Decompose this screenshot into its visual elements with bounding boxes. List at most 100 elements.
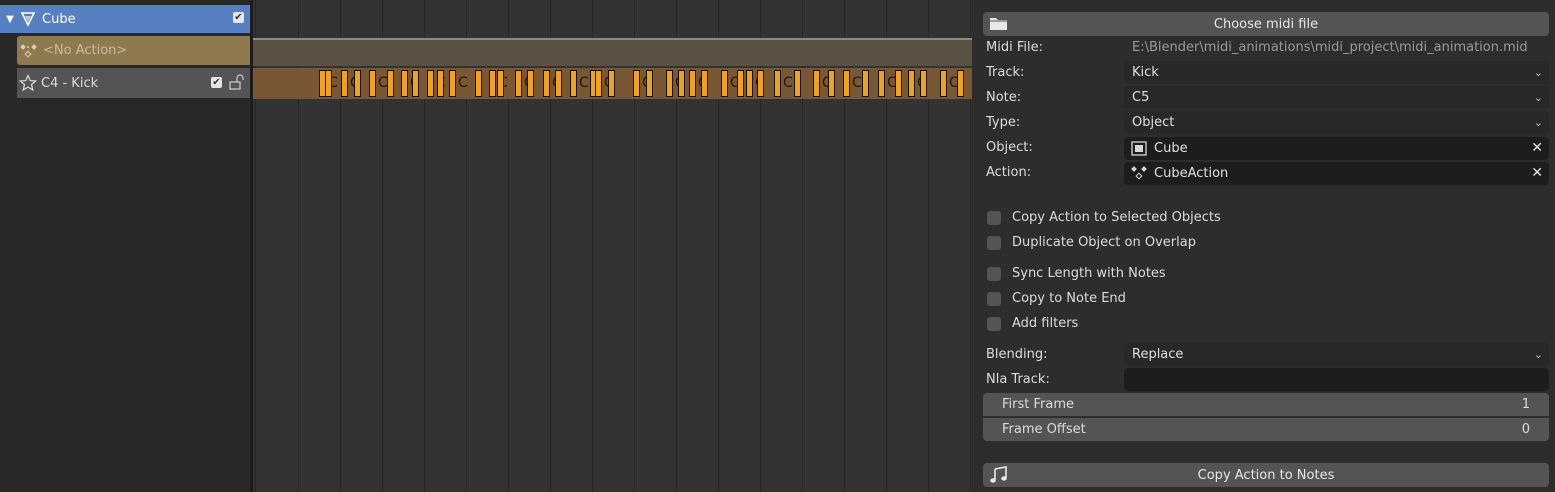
button-label: Choose midi file: [1213, 16, 1319, 32]
nla-strip[interactable]: [437, 70, 444, 97]
nla-strip[interactable]: [940, 70, 947, 97]
nla-strip[interactable]: [341, 70, 348, 97]
nla-strip[interactable]: [555, 70, 562, 97]
copy-to-selected-checkbox[interactable]: [987, 211, 1001, 225]
action-icon: [1130, 165, 1148, 190]
frame-offset-label: Frame Offset: [1002, 422, 1086, 437]
nla-strip[interactable]: [678, 70, 685, 97]
type-label: Type:: [986, 115, 1021, 130]
nla-strip[interactable]: [646, 70, 653, 97]
no-action-track[interactable]: [253, 38, 972, 66]
nla-strip[interactable]: [721, 70, 728, 97]
midi-file-path-field: E:\Blender\midi_animations\midi_project\…: [1124, 36, 1549, 59]
chevron-down-icon: ⌄: [1533, 348, 1543, 361]
copy-to-note-end-label[interactable]: Copy to Note End: [1012, 289, 1126, 309]
note-dropdown[interactable]: C5 ⌄: [1124, 86, 1549, 109]
track-value: Kick: [1132, 65, 1159, 80]
nla-strip[interactable]: [543, 70, 550, 97]
nla-strip[interactable]: [489, 70, 496, 97]
nla-strip[interactable]: [920, 70, 927, 97]
nla-strip[interactable]: [737, 70, 744, 97]
first-frame-field[interactable]: First Frame 1: [983, 393, 1549, 416]
sync-length-label[interactable]: Sync Length with Notes: [1012, 264, 1166, 284]
nla-strip[interactable]: [497, 70, 504, 97]
frame-offset-field[interactable]: Frame Offset 0: [983, 418, 1549, 441]
channel-cube[interactable]: ▼ Cube ✔: [0, 5, 250, 33]
nla-strip[interactable]: [746, 70, 753, 97]
nla-strip[interactable]: [427, 70, 434, 97]
nla-strip[interactable]: [401, 70, 408, 97]
nla-strip[interactable]: [908, 70, 915, 97]
nla-strip[interactable]: [412, 70, 419, 97]
copy-to-selected-label[interactable]: Copy Action to Selected Objects: [1012, 208, 1221, 228]
nla-strip[interactable]: [757, 70, 764, 97]
nla-strip[interactable]: [475, 70, 482, 97]
nla-strip[interactable]: [666, 70, 673, 97]
star-icon[interactable]: [19, 74, 37, 92]
mesh-object-icon: [20, 11, 36, 27]
first-frame-label: First Frame: [1002, 397, 1074, 412]
nla-strip[interactable]: [527, 70, 534, 97]
nla-strip[interactable]: [387, 70, 394, 97]
track-dropdown[interactable]: Kick ⌄: [1124, 61, 1549, 84]
nla-strip[interactable]: [957, 70, 964, 97]
nla-strip[interactable]: [633, 70, 640, 97]
action-value: CubeAction: [1154, 166, 1229, 181]
nla-strip[interactable]: [843, 70, 850, 97]
strip-label: C: [458, 75, 468, 91]
nla-strip[interactable]: [862, 70, 869, 97]
button-label: Copy Action to Notes: [1197, 467, 1335, 483]
channel-no-action[interactable]: <No Action>: [17, 36, 250, 65]
strip-label: C: [783, 75, 793, 91]
nla-track-input[interactable]: [1124, 368, 1549, 391]
folder-icon: [989, 15, 1009, 36]
type-dropdown[interactable]: Object ⌄: [1124, 111, 1549, 134]
channel-mute-checkbox[interactable]: ✔: [211, 77, 222, 88]
action-icon: [19, 42, 39, 60]
sync-length-checkbox[interactable]: [987, 267, 1001, 281]
midi-file-label: Midi File:: [986, 40, 1043, 55]
strip-label: C: [852, 75, 862, 91]
clear-action-icon[interactable]: ✕: [1531, 162, 1543, 185]
nla-strip[interactable]: [449, 70, 456, 97]
nla-timeline[interactable]: CCCCCCCCCCCCCCCCCCCCCC: [253, 0, 972, 492]
expand-triangle-icon[interactable]: ▼: [4, 14, 16, 25]
nla-strip[interactable]: [570, 70, 577, 97]
nla-strip[interactable]: [595, 70, 602, 97]
channel-enable-checkbox[interactable]: ✔: [233, 12, 244, 23]
nla-strip[interactable]: [608, 70, 615, 97]
first-frame-value: 1: [1521, 397, 1530, 412]
nla-strip[interactable]: [689, 70, 696, 97]
nla-strip[interactable]: [794, 70, 801, 97]
chevron-down-icon: ⌄: [1533, 91, 1543, 104]
nla-strip[interactable]: [325, 70, 332, 97]
blending-dropdown[interactable]: Replace ⌄: [1124, 343, 1549, 366]
object-field[interactable]: Cube ✕: [1124, 137, 1549, 160]
channel-label: Cube: [42, 11, 76, 27]
type-value: Object: [1132, 115, 1175, 130]
nla-strip[interactable]: [354, 70, 361, 97]
nla-strip[interactable]: [878, 70, 885, 97]
nla-strip[interactable]: [515, 70, 522, 97]
object-value: Cube: [1154, 141, 1188, 156]
copy-action-to-notes-button[interactable]: Copy Action to Notes: [983, 463, 1549, 487]
channel-c4-kick[interactable]: C4 - Kick ✔: [17, 68, 250, 98]
duplicate-on-overlap-label[interactable]: Duplicate Object on Overlap: [1012, 233, 1196, 253]
nla-strip[interactable]: [774, 70, 781, 97]
track-label: Track:: [986, 65, 1025, 80]
nla-strip[interactable]: [369, 70, 376, 97]
nla-strip[interactable]: [895, 70, 902, 97]
duplicate-on-overlap-checkbox[interactable]: [987, 236, 1001, 250]
lock-icon[interactable]: [228, 74, 246, 90]
chevron-down-icon: ⌄: [1533, 116, 1543, 129]
nla-strip[interactable]: [813, 70, 820, 97]
clear-object-icon[interactable]: ✕: [1531, 137, 1543, 160]
add-filters-checkbox[interactable]: [987, 317, 1001, 331]
action-field[interactable]: CubeAction ✕: [1124, 162, 1549, 185]
frame-offset-value: 0: [1521, 422, 1530, 437]
nla-strip[interactable]: [828, 70, 835, 97]
nla-strip[interactable]: [701, 70, 708, 97]
choose-midi-file-button[interactable]: Choose midi file: [983, 12, 1549, 36]
add-filters-label[interactable]: Add filters: [1012, 314, 1078, 334]
copy-to-note-end-checkbox[interactable]: [987, 292, 1001, 306]
